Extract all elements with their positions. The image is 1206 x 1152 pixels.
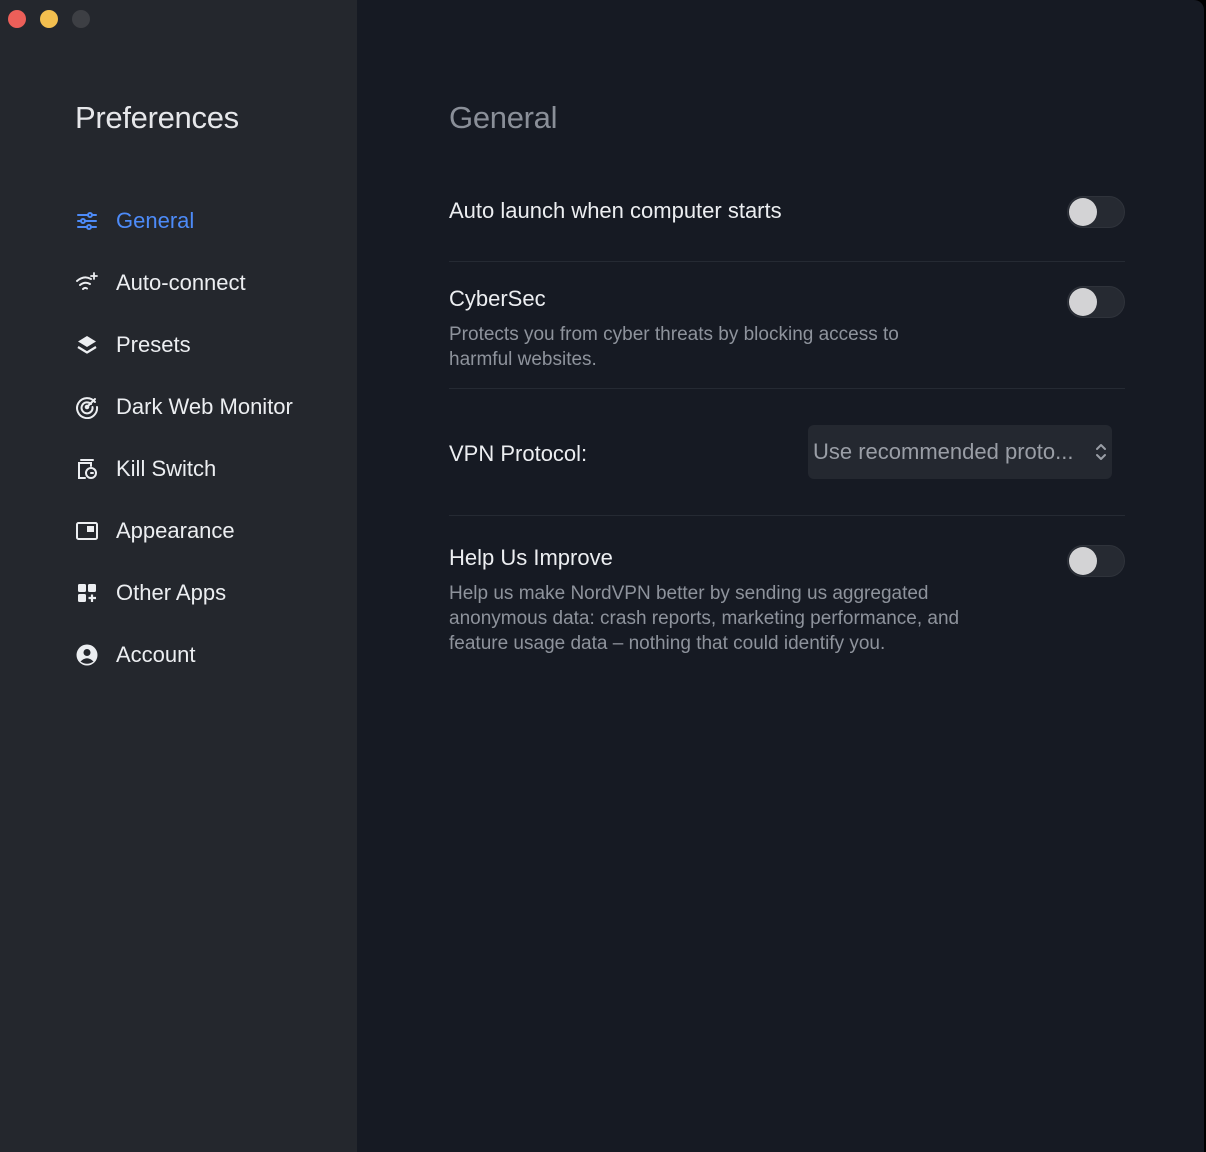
main-panel: General Auto launch when computer starts…: [357, 0, 1204, 1152]
sidebar-item-presets[interactable]: Presets: [75, 314, 293, 376]
sidebar-item-label: Presets: [116, 332, 191, 357]
toggle-knob: [1069, 288, 1097, 316]
auto-launch-row: Auto launch when computer starts: [449, 198, 1125, 224]
sidebar-title: Preferences: [75, 100, 239, 135]
sidebar-item-label: General: [116, 208, 195, 233]
help-improve-description: Help us make NordVPN better by sending u…: [449, 583, 960, 654]
help-improve-label: Help Us Improve: [449, 545, 613, 570]
sidebar-item-dark-web-monitor[interactable]: Dark Web Monitor: [75, 376, 293, 438]
sidebar-item-label: Auto-connect: [116, 270, 246, 295]
sidebar-item-label: Dark Web Monitor: [116, 394, 293, 419]
sidebar-item-kill-switch[interactable]: Kill Switch: [75, 438, 293, 500]
sidebar-item-label: Appearance: [116, 518, 235, 543]
window-icon: [75, 519, 99, 543]
page-title: General: [449, 100, 558, 135]
sidebar-item-label: Account: [116, 642, 196, 667]
sliders-icon: [75, 209, 99, 233]
preferences-window: Preferences General Auto-connect Presets…: [0, 0, 1204, 1152]
divider: [449, 261, 1125, 262]
help-improve-toggle[interactable]: [1067, 545, 1125, 577]
updown-chevron-icon: [1094, 441, 1108, 463]
sidebar-item-account[interactable]: Account: [75, 624, 293, 686]
kill-switch-icon: [75, 457, 99, 481]
window-maximize-button[interactable]: [72, 10, 90, 28]
cybersec-row: CyberSec Protects you from cyber threats…: [449, 286, 1125, 372]
sidebar: Preferences General Auto-connect Presets…: [0, 0, 357, 1152]
layers-icon: [75, 333, 99, 357]
sidebar-item-appearance[interactable]: Appearance: [75, 500, 293, 562]
window-minimize-button[interactable]: [40, 10, 58, 28]
apps-grid-icon: [75, 581, 99, 605]
vpn-protocol-value: Use recommended proto...: [813, 439, 1074, 464]
toggle-knob: [1069, 547, 1097, 575]
wifi-sparkle-icon: [75, 271, 99, 295]
vpn-protocol-select[interactable]: Use recommended proto...: [808, 425, 1112, 479]
cybersec-label: CyberSec: [449, 286, 546, 311]
help-improve-row: Help Us Improve Help us make NordVPN bet…: [449, 545, 1125, 656]
toggle-knob: [1069, 198, 1097, 226]
cybersec-description: Protects you from cyber threats by block…: [449, 324, 899, 370]
cybersec-toggle[interactable]: [1067, 286, 1125, 318]
radar-icon: [75, 395, 99, 419]
sidebar-item-label: Kill Switch: [116, 456, 217, 481]
sidebar-item-general[interactable]: General: [75, 190, 293, 252]
divider: [449, 515, 1125, 516]
user-circle-icon: [75, 643, 99, 667]
auto-launch-toggle[interactable]: [1067, 196, 1125, 228]
sidebar-item-other-apps[interactable]: Other Apps: [75, 562, 293, 624]
sidebar-item-label: Other Apps: [116, 580, 227, 605]
sidebar-nav: General Auto-connect Presets Dark Web Mo…: [75, 190, 293, 686]
sidebar-item-auto-connect[interactable]: Auto-connect: [75, 252, 293, 314]
window-close-button[interactable]: [8, 10, 26, 28]
divider: [449, 388, 1125, 389]
auto-launch-label: Auto launch when computer starts: [449, 198, 782, 223]
